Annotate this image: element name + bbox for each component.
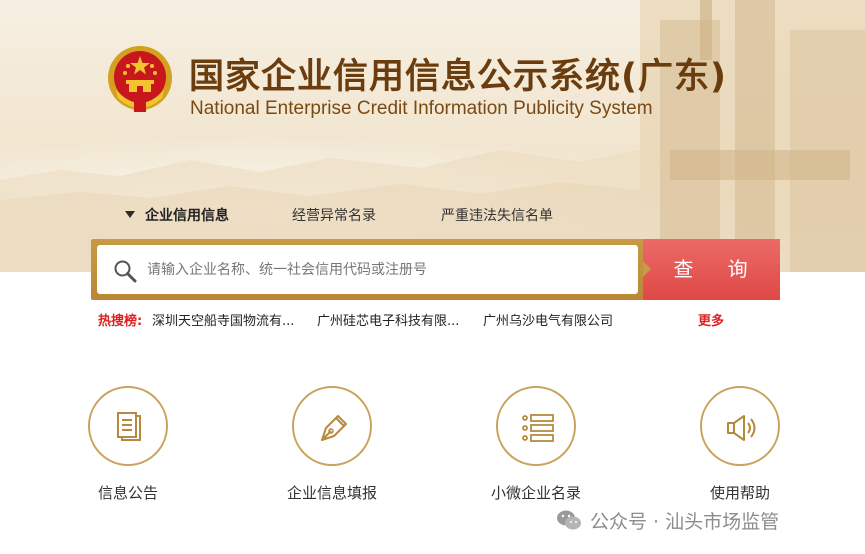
feature-icon-circle [292,386,372,466]
tab-label: 企业信用信息 [145,208,229,224]
search-box [97,245,638,294]
list-icon [522,414,554,442]
feature-label: 小微企业名录 [490,484,581,502]
feature-icon-circle [88,386,168,466]
document-icon [117,412,141,441]
header-banner [0,0,865,272]
search-button-label: 查 询 [673,257,762,281]
wechat-icon [557,510,581,530]
great-wall-scenery [0,0,865,272]
speaker-icon [727,415,756,441]
tab-serious-violation-list[interactable]: 严重违法失信名单 [441,205,553,225]
watermark-text: 公众号 · 汕头市场监管 [590,511,780,533]
pen-icon [321,415,347,441]
feature-info-announcement[interactable]: 信息公告 [48,386,208,503]
hot-search-label: 热搜榜: [98,314,143,329]
feature-enterprise-info-filing[interactable]: 企业信息填报 [252,386,412,503]
hot-search-item[interactable]: 深圳天空船寺国物流有... [152,310,294,329]
search-button-notch [643,261,651,277]
site-title-english: National Enterprise Credit Information P… [190,98,653,119]
feature-label: 使用帮助 [709,484,770,502]
tab-label: 经营异常名录 [292,208,376,224]
feature-user-help[interactable]: 使用帮助 [660,386,820,503]
feature-micro-enterprise-list[interactable]: 小微企业名录 [456,386,616,503]
tab-label: 严重违法失信名单 [441,208,553,224]
hot-search-item[interactable]: 广州硅芯电子科技有限... [317,310,459,329]
caret-down-icon [125,211,135,218]
search-input[interactable] [147,255,627,285]
feature-label: 企业信息填报 [286,484,377,502]
tab-abnormal-operation-list[interactable]: 经营异常名录 [292,205,376,225]
feature-icon-circle [700,386,780,466]
feature-icon-circle [496,386,576,466]
tab-enterprise-credit-info[interactable]: 企业信用信息 [125,205,229,225]
search-button[interactable]: 查 询 [643,239,780,300]
feature-label: 信息公告 [97,484,158,502]
search-icon [114,260,137,283]
site-title: 国家企业信用信息公示系统(广东) [189,57,727,97]
search-bar [91,239,644,300]
national-emblem-icon [108,46,172,112]
hot-search-item[interactable]: 广州乌沙电气有限公司 [483,310,613,329]
hot-search-more-link[interactable]: 更多 [698,310,724,329]
